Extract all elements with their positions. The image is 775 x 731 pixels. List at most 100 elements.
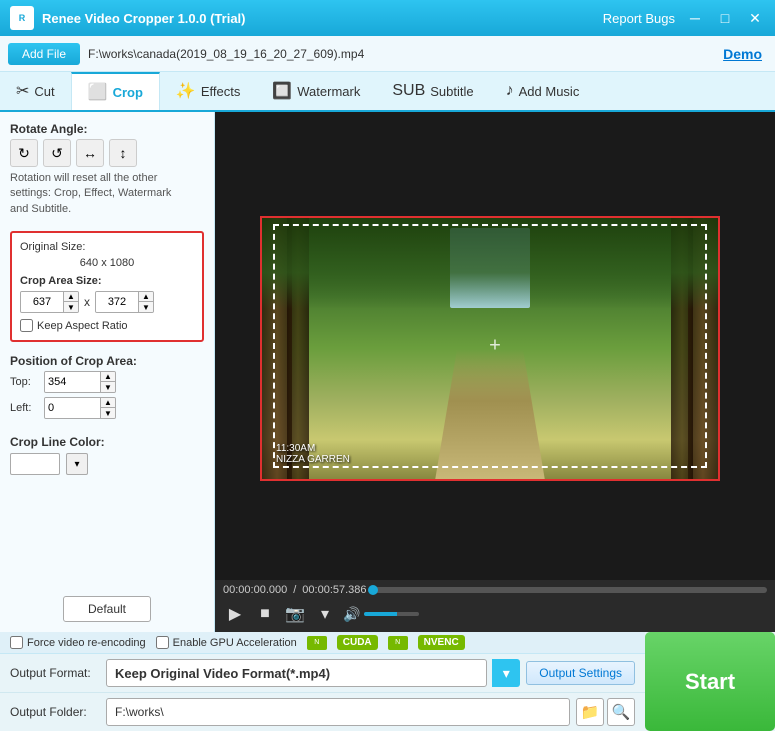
tab-add-music[interactable]: ♪ Add Music xyxy=(490,72,596,110)
tab-watermark[interactable]: 🔲 Watermark xyxy=(256,72,376,110)
crop-height-up[interactable] xyxy=(139,291,153,302)
enable-gpu-label: Enable GPU Acceleration xyxy=(173,637,297,649)
crop-height-down[interactable] xyxy=(139,302,153,313)
gpu-acceleration-row: Force video re-encoding Enable GPU Accel… xyxy=(0,632,645,654)
output-settings-button[interactable]: Output Settings xyxy=(526,661,635,685)
rotation-note-line3: and Subtitle. xyxy=(10,203,71,215)
report-bugs-link[interactable]: Report Bugs xyxy=(603,11,675,26)
flip-v-button[interactable]: ↕ xyxy=(109,139,137,167)
volume-slider[interactable]: 🔊 xyxy=(343,606,419,623)
nvidia-logo-nvenc: N xyxy=(388,636,408,650)
browse-folder-button[interactable]: 📁 xyxy=(576,698,604,726)
tab-crop-label: Crop xyxy=(113,85,143,100)
original-size-value: 640 x 1080 xyxy=(20,257,194,269)
progress-bar[interactable] xyxy=(373,587,767,593)
x-separator: x xyxy=(84,295,90,309)
tab-subtitle-label: Subtitle xyxy=(430,84,473,99)
default-button[interactable]: Default xyxy=(63,596,151,622)
search-folder-button[interactable]: 🔍 xyxy=(607,698,635,726)
enable-gpu-checkbox[interactable] xyxy=(156,636,169,649)
add-file-button[interactable]: Add File xyxy=(8,43,80,65)
bottom-section: Force video re-encoding Enable GPU Accel… xyxy=(0,632,775,731)
folder-path-value: F:\works\ xyxy=(115,705,164,719)
right-panel: 11:30AM NIZZA GARREN + 00:00:00.000 / xyxy=(215,112,775,632)
left-down[interactable] xyxy=(101,408,115,419)
crop-width-up[interactable] xyxy=(64,291,78,302)
time-total: 00:00:57.386 xyxy=(302,584,366,596)
progress-thumb xyxy=(368,585,378,595)
stop-button[interactable]: ■ xyxy=(253,602,277,626)
cropline-color-row: ▾ xyxy=(10,453,204,475)
tab-cut-label: Cut xyxy=(34,84,54,99)
crop-width-spinbox[interactable] xyxy=(20,291,79,313)
video-preview: 11:30AM NIZZA GARREN + xyxy=(215,112,775,580)
restore-button[interactable]: □ xyxy=(715,8,735,28)
tab-effects[interactable]: ✨ Effects xyxy=(160,72,256,110)
crop-height-input[interactable] xyxy=(96,292,138,312)
volume-icon: 🔊 xyxy=(343,606,360,623)
time-current: 00:00:00.000 xyxy=(223,584,287,596)
top-arrows xyxy=(100,371,115,393)
top-spinbox[interactable] xyxy=(44,371,116,393)
color-dropdown-arrow[interactable]: ▾ xyxy=(66,453,88,475)
output-format-select[interactable]: Keep Original Video Format(*.mp4) xyxy=(106,659,487,687)
flip-h-button[interactable]: ↔ xyxy=(76,139,104,167)
main-content: Rotate Angle: ↻ ↺ ↔ ↕ Rotation will rese… xyxy=(0,112,775,632)
volume-bar[interactable] xyxy=(364,612,419,616)
enable-gpu-option: Enable GPU Acceleration xyxy=(156,636,297,649)
video-frame-outer: 11:30AM NIZZA GARREN + xyxy=(255,206,735,486)
tabbar: ✂ Cut ⬜ Crop ✨ Effects 🔲 Watermark SUB S… xyxy=(0,72,775,112)
start-button[interactable]: Start xyxy=(645,632,775,731)
output-format-dropdown-btn[interactable]: ▾ xyxy=(492,659,520,687)
top-down[interactable] xyxy=(101,382,115,393)
output-folder-path: F:\works\ xyxy=(106,698,570,726)
force-reencode-checkbox[interactable] xyxy=(10,636,23,649)
cropline-color-label: Crop Line Color: xyxy=(10,435,204,449)
output-folder-label: Output Folder: xyxy=(10,705,100,719)
app-logo: R xyxy=(10,6,34,30)
close-button[interactable]: ✕ xyxy=(745,8,765,28)
keep-aspect-ratio-row: Keep Aspect Ratio xyxy=(20,319,194,332)
filebar: Add File F:\works\canada(2019_08_19_16_2… xyxy=(0,36,775,72)
color-picker-swatch[interactable] xyxy=(10,453,60,475)
minimize-button[interactable]: ─ xyxy=(685,8,705,28)
output-format-value: Keep Original Video Format(*.mp4) xyxy=(115,666,330,681)
tab-crop[interactable]: ⬜ Crop xyxy=(71,72,160,110)
tab-cut[interactable]: ✂ Cut xyxy=(0,72,71,110)
folder-icon-buttons: 📁 🔍 xyxy=(576,698,635,726)
timestamp-time: 11:30AM xyxy=(276,443,350,454)
rotate-ccw-button[interactable]: ↺ xyxy=(43,139,71,167)
nvidia-logo-cuda: N xyxy=(307,636,327,650)
tab-watermark-label: Watermark xyxy=(297,84,360,99)
crop-tab-icon: ⬜ xyxy=(88,82,108,102)
demo-link[interactable]: Demo xyxy=(723,46,762,62)
cropline-color-section: Crop Line Color: ▾ xyxy=(10,435,204,475)
crop-height-spinbox[interactable] xyxy=(95,291,154,313)
keep-aspect-checkbox[interactable] xyxy=(20,319,33,332)
left-value-input[interactable] xyxy=(45,398,100,418)
top-value-input[interactable] xyxy=(45,372,100,392)
crop-width-down[interactable] xyxy=(64,302,78,313)
top-up[interactable] xyxy=(101,371,115,382)
crop-area-row: x xyxy=(20,291,194,313)
crop-width-input[interactable] xyxy=(21,292,63,312)
keep-aspect-label: Keep Aspect Ratio xyxy=(37,320,128,332)
output-format-label: Output Format: xyxy=(10,666,100,680)
play-button[interactable]: ▶ xyxy=(223,602,247,626)
player-controls: 00:00:00.000 / 00:00:57.386 ▶ ■ 📷 ▾ 🔊 xyxy=(215,580,775,632)
force-reencode-option: Force video re-encoding xyxy=(10,636,146,649)
rotate-cw-button[interactable]: ↻ xyxy=(10,139,38,167)
left-spinbox[interactable] xyxy=(44,397,116,419)
screenshot-button[interactable]: 📷 xyxy=(283,602,307,626)
rotate-controls: ↻ ↺ ↔ ↕ xyxy=(10,139,204,167)
crosshair-icon: + xyxy=(489,335,501,358)
tab-subtitle[interactable]: SUB Subtitle xyxy=(376,72,489,110)
camera-dropdown[interactable]: ▾ xyxy=(313,602,337,626)
rotation-note: Rotation will reset all the other settin… xyxy=(10,171,204,217)
app-title: Renee Video Cropper 1.0.0 (Trial) xyxy=(42,11,603,26)
nvenc-badge: NVENC xyxy=(418,635,465,650)
left-up[interactable] xyxy=(101,397,115,408)
crop-area-size-label: Crop Area Size: xyxy=(20,275,194,287)
video-area: 11:30AM NIZZA GARREN + xyxy=(215,112,775,580)
left-pos-row: Left: xyxy=(10,397,204,419)
